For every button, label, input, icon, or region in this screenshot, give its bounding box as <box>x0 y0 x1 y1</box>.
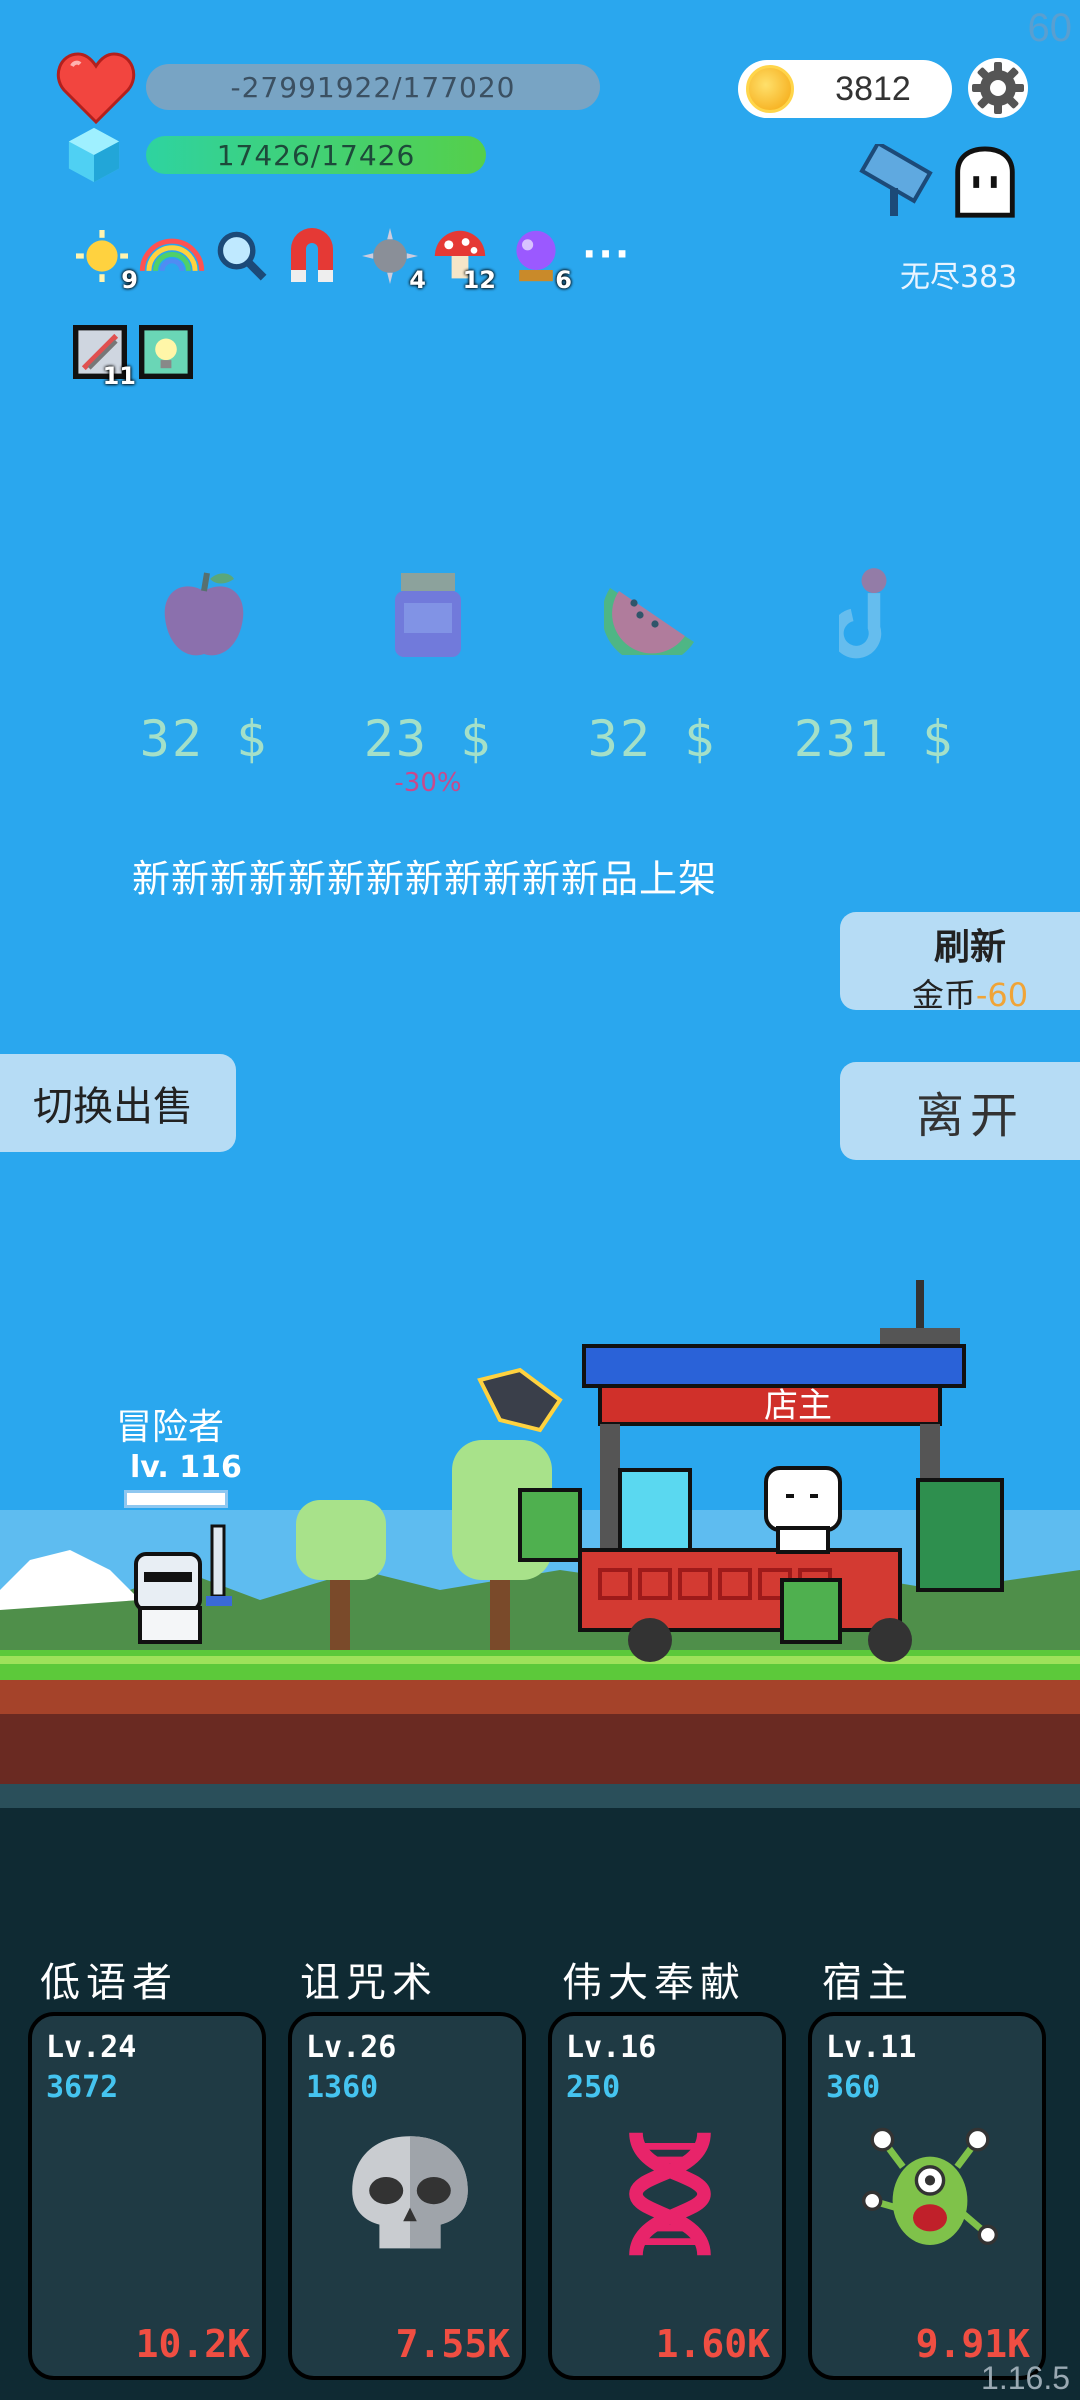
coin-counter: 3812 <box>738 60 952 118</box>
skill-card-host[interactable]: Lv.11 360 9.91K <box>808 2012 1046 2380</box>
skill-level: Lv.11 <box>826 2030 917 2065</box>
fps-counter: 60 <box>1027 6 1073 50</box>
refresh-button[interactable]: 刷新 金币-60 <box>840 912 1080 1014</box>
tree-icon <box>296 1500 386 1580</box>
magnifier-icon[interactable] <box>212 226 272 286</box>
lightbulb-icon[interactable] <box>136 322 196 382</box>
adventurer-name: 冒险者 <box>116 1407 225 1448</box>
skill-points: 1360 <box>306 2070 379 2105</box>
adventurer-level: lv. 116 <box>130 1450 242 1485</box>
new-items-banner: 新新新新新新新新新新新新品上架 <box>132 857 718 901</box>
coin-amount: 3812 <box>835 69 911 108</box>
version-label: 1.16.5 <box>981 2360 1070 2396</box>
watermelon-icon <box>597 560 707 670</box>
refresh-label: 刷新 <box>933 927 1006 968</box>
weapon-scroll-icon[interactable] <box>858 144 938 224</box>
mushroom-icon[interactable]: 12 <box>430 226 496 294</box>
item-price: 231 $ <box>793 710 955 768</box>
skill-points: 360 <box>826 2070 881 2105</box>
upgrade-cost: 1.60K <box>655 2322 770 2366</box>
skill-name: 低语者 <box>40 1960 178 2006</box>
refresh-cost: 金币-60 <box>911 976 1029 1014</box>
coin-icon <box>746 65 794 113</box>
shop-item-apple[interactable]: 32 $ <box>104 560 304 768</box>
switch-to-sell-button[interactable]: 切换出售 <box>0 1054 236 1152</box>
shop-item-jam[interactable]: 23 $ -30% <box>328 560 528 798</box>
scroll-icon[interactable]: 11 <box>70 322 136 390</box>
spiked-ball-icon[interactable]: 4 <box>360 226 426 294</box>
skill-name: 伟大奉献 <box>562 1960 746 2006</box>
skill-name: 宿主 <box>822 1960 914 2006</box>
magnet-icon[interactable] <box>282 222 342 282</box>
settings-gear-icon[interactable] <box>966 56 1030 120</box>
skill-card-whisperer[interactable]: Lv.24 3672 10.2K <box>28 2012 266 2380</box>
endless-stage-label: 无尽383 <box>900 260 1018 295</box>
buff-count: 6 <box>555 266 572 294</box>
ghost-icon[interactable] <box>946 144 1024 224</box>
item-price: 32 $ <box>587 710 717 768</box>
skill-points: 3672 <box>46 2070 119 2105</box>
game-scene <box>0 1280 1080 1830</box>
heart-icon <box>56 52 136 124</box>
shopkeeper-icon <box>764 1466 842 1554</box>
item-price: 23 $ <box>363 710 493 768</box>
shopkeeper-label: 店主 <box>764 1386 832 1426</box>
dna-icon <box>629 2131 711 2257</box>
tree-trunk <box>330 1570 350 1650</box>
hook-icon <box>819 560 929 670</box>
skill-card-great-devotion[interactable]: Lv.16 250 1.60K <box>548 2012 786 2380</box>
apple-icon <box>149 560 259 670</box>
hammer-icon <box>477 1367 563 1433</box>
adventurer-health-bar <box>124 1490 228 1508</box>
more-buffs-button[interactable]: ··· <box>582 232 631 276</box>
leave-button[interactable]: 离开 <box>840 1062 1080 1160</box>
skill-card-curse[interactable]: Lv.26 1360 7.55K <box>288 2012 526 2380</box>
buff-count: 11 <box>102 362 136 390</box>
health-bar: -27991922/177020 <box>146 64 600 110</box>
buff-count: 4 <box>409 266 426 294</box>
skill-level: Lv.24 <box>46 2030 137 2065</box>
green-monster-icon <box>862 2127 998 2245</box>
item-price: 32 $ <box>139 710 269 768</box>
buff-count: 9 <box>121 266 138 294</box>
skill-name: 诅咒术 <box>300 1960 438 2006</box>
upgrade-cost: 10.2K <box>135 2322 250 2366</box>
rainbow-icon[interactable] <box>138 226 206 286</box>
skill-level: Lv.26 <box>306 2030 397 2065</box>
mana-bar: 17426/17426 <box>146 136 486 174</box>
shop-item-watermelon[interactable]: 32 $ <box>552 560 752 768</box>
skill-level: Lv.16 <box>566 2030 657 2065</box>
buff-count: 12 <box>462 266 496 294</box>
sun-icon[interactable]: 9 <box>72 226 138 294</box>
discount-label: -30% <box>394 768 462 798</box>
crescent-moon-icon <box>116 2139 171 2249</box>
shop-item-hook[interactable]: 231 $ <box>774 560 974 768</box>
mana-gem-icon <box>68 127 120 183</box>
upgrade-cost: 7.55K <box>395 2322 510 2366</box>
skill-points: 250 <box>566 2070 621 2105</box>
skull-icon <box>352 2136 468 2249</box>
crystal-ball-icon[interactable]: 6 <box>506 226 572 294</box>
jam-jar-icon <box>373 560 483 670</box>
